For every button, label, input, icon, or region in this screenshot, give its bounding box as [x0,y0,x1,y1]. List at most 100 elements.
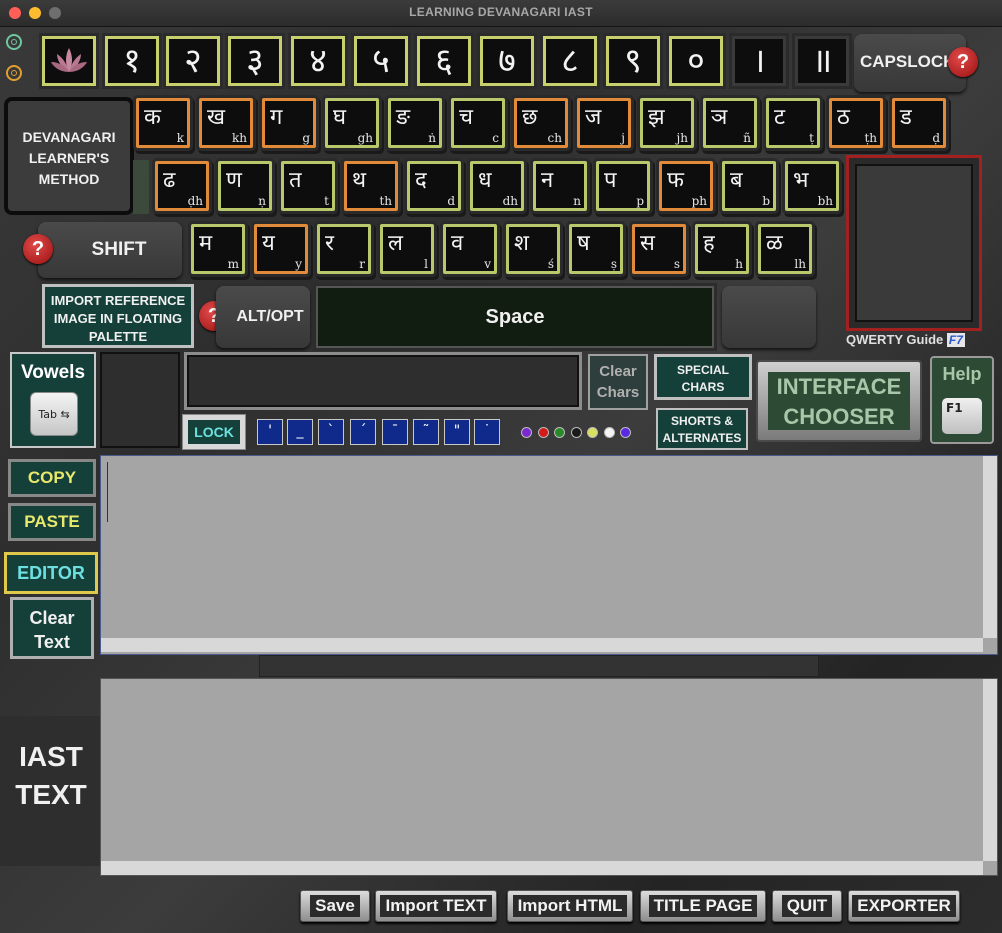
consonant-key-t[interactable]: तt [281,161,335,211]
consonant-key-lh[interactable]: ळ lh [758,224,812,274]
consonant-key-ch[interactable]: छ ch [514,98,568,148]
import-reference-button[interactable]: IMPORT REFERENCE IMAGE IN FLOATING PALET… [42,284,194,348]
number-key-2[interactable]: २ [166,36,220,86]
color-dot-2[interactable] [537,427,549,438]
paste-button[interactable]: PASTE [8,503,96,541]
consonant-key-ṅ[interactable]: ङṅ [388,98,442,148]
consonant-key-g[interactable]: गg [262,98,316,148]
interface-chooser-button[interactable]: INTERFACE CHOOSER [756,360,922,442]
vowels-button[interactable]: Vowels Tab ⇆ [10,352,96,448]
import-html-button[interactable]: Import HTML [507,890,633,922]
help-button[interactable]: Help F1 [930,356,994,444]
save-button[interactable]: Save [300,890,370,922]
number-key-8[interactable]: ८ [543,36,597,86]
consonant-key-ṣ[interactable]: षṣ [569,224,623,274]
accent-button-8[interactable]: ˙ [474,419,500,445]
consonant-key-s[interactable]: सs [632,224,686,274]
color-dot-7[interactable] [620,427,631,438]
color-dot-1[interactable] [521,427,532,438]
number-key-6[interactable]: ६ [417,36,471,86]
editor-vscrollbar[interactable] [983,456,997,638]
number-key-5[interactable]: ५ [354,36,408,86]
consonant-key-n[interactable]: नn [533,161,587,211]
consonant-key-p[interactable]: पp [596,161,650,211]
consonant-key-ḍh[interactable]: ढ ḍh [155,161,209,211]
spiral-orange-icon[interactable] [6,65,22,81]
capslock-help-icon[interactable]: ? [948,47,978,77]
clear-text-button[interactable]: Clear Text [10,597,94,659]
accent-button-7[interactable]: " [444,419,470,445]
consonant-key-h[interactable]: हh [695,224,749,274]
consonant-key-ś[interactable]: शś [506,224,560,274]
accent-button-5[interactable]: ¯ [382,419,408,445]
consonant-key-th[interactable]: थ th [344,161,398,211]
consonant-key-c[interactable]: चc [451,98,505,148]
color-dot-3[interactable] [554,427,565,438]
key-devanagari: ङ [396,105,411,130]
consonant-key-j[interactable]: जj [577,98,631,148]
quit-button[interactable]: QUIT [772,890,842,922]
number-key-10[interactable]: ० [669,36,723,86]
splitter-bar[interactable] [259,655,819,677]
shift-help-icon[interactable]: ? [23,234,53,264]
accent-button-6[interactable]: ˜ [413,419,439,445]
color-dot-5[interactable] [587,427,598,438]
accent-button-2[interactable]: _ [287,419,313,445]
number-key-11[interactable]: । [732,36,786,86]
clear-chars-button[interactable]: Clear Chars [588,354,648,410]
consonant-key-ṭ[interactable]: टṭ [766,98,820,148]
consonant-key-ph[interactable]: फ ph [659,161,713,211]
accent-button-4[interactable]: ´ [350,419,376,445]
consonant-key-ṇ[interactable]: णṇ [218,161,272,211]
spiral-green-icon[interactable] [6,34,22,50]
number-key-3[interactable]: ३ [228,36,282,86]
number-key-4[interactable]: ४ [291,36,345,86]
special-chars-button[interactable]: SPECIAL CHARS [654,354,752,400]
number-key-7[interactable]: ७ [480,36,534,86]
consonant-key-jh[interactable]: झ jh [640,98,694,148]
shift-button[interactable]: SHIFT [38,222,182,278]
space-key[interactable]: Space [316,286,714,348]
consonant-key-m[interactable]: मm [191,224,245,274]
consonant-key-bh[interactable]: भ bh [785,161,839,211]
consonant-key-v[interactable]: वv [443,224,497,274]
consonant-key-kh[interactable]: ख kh [199,98,253,148]
editor-button[interactable]: EDITOR [4,552,98,594]
editor-hscrollbar[interactable] [101,638,983,652]
iast-text-area[interactable] [100,678,998,876]
consonant-key-b[interactable]: बb [722,161,776,211]
exporter-button[interactable]: EXPORTER [848,890,960,922]
import-text-button[interactable]: Import TEXT [375,890,497,922]
qwerty-guide-frame[interactable] [846,155,982,331]
iast-vscrollbar[interactable] [983,679,997,861]
accent-button-1[interactable]: ' [257,419,283,445]
copy-button[interactable]: COPY [8,459,96,497]
alt-opt-button[interactable]: ALT/OPT [216,286,310,348]
consonant-key-d[interactable]: दd [407,161,461,211]
lock-button[interactable]: LOCK [182,414,246,450]
consonant-key-gh[interactable]: घ gh [325,98,379,148]
consonant-key-ḍ[interactable]: डḍ [892,98,946,148]
number-key-9[interactable]: ९ [606,36,660,86]
number-key-1[interactable]: १ [105,36,159,86]
color-dot-6[interactable] [603,427,615,438]
shorts-alternates-button[interactable]: SHORTS & ALTERNATES [656,408,748,450]
method-panel[interactable]: DEVANAGARI LEARNER'S METHOD [4,97,134,215]
consonant-key-ñ[interactable]: ञñ [703,98,757,148]
title-page-button[interactable]: TITLE PAGE [640,890,766,922]
consonant-key-y[interactable]: यy [254,224,308,274]
consonant-key-dh[interactable]: ध dh [470,161,524,211]
consonant-key-k[interactable]: कk [136,98,190,148]
number-key-12[interactable]: ॥ [795,36,849,86]
consonant-key-ṭh[interactable]: ठ ṭh [829,98,883,148]
iast-hscrollbar[interactable] [101,861,983,875]
blank-key[interactable] [722,286,816,348]
consonant-key-l[interactable]: लl [380,224,434,274]
consonant-key-r[interactable]: रr [317,224,371,274]
color-dot-4[interactable] [570,427,582,438]
char-input-field[interactable] [184,352,582,410]
lotus-key[interactable] [42,36,96,86]
editor-text-area[interactable] [100,455,998,655]
alt-opt-label: ALT/OPT [236,308,304,325]
accent-button-3[interactable]: ` [318,419,344,445]
